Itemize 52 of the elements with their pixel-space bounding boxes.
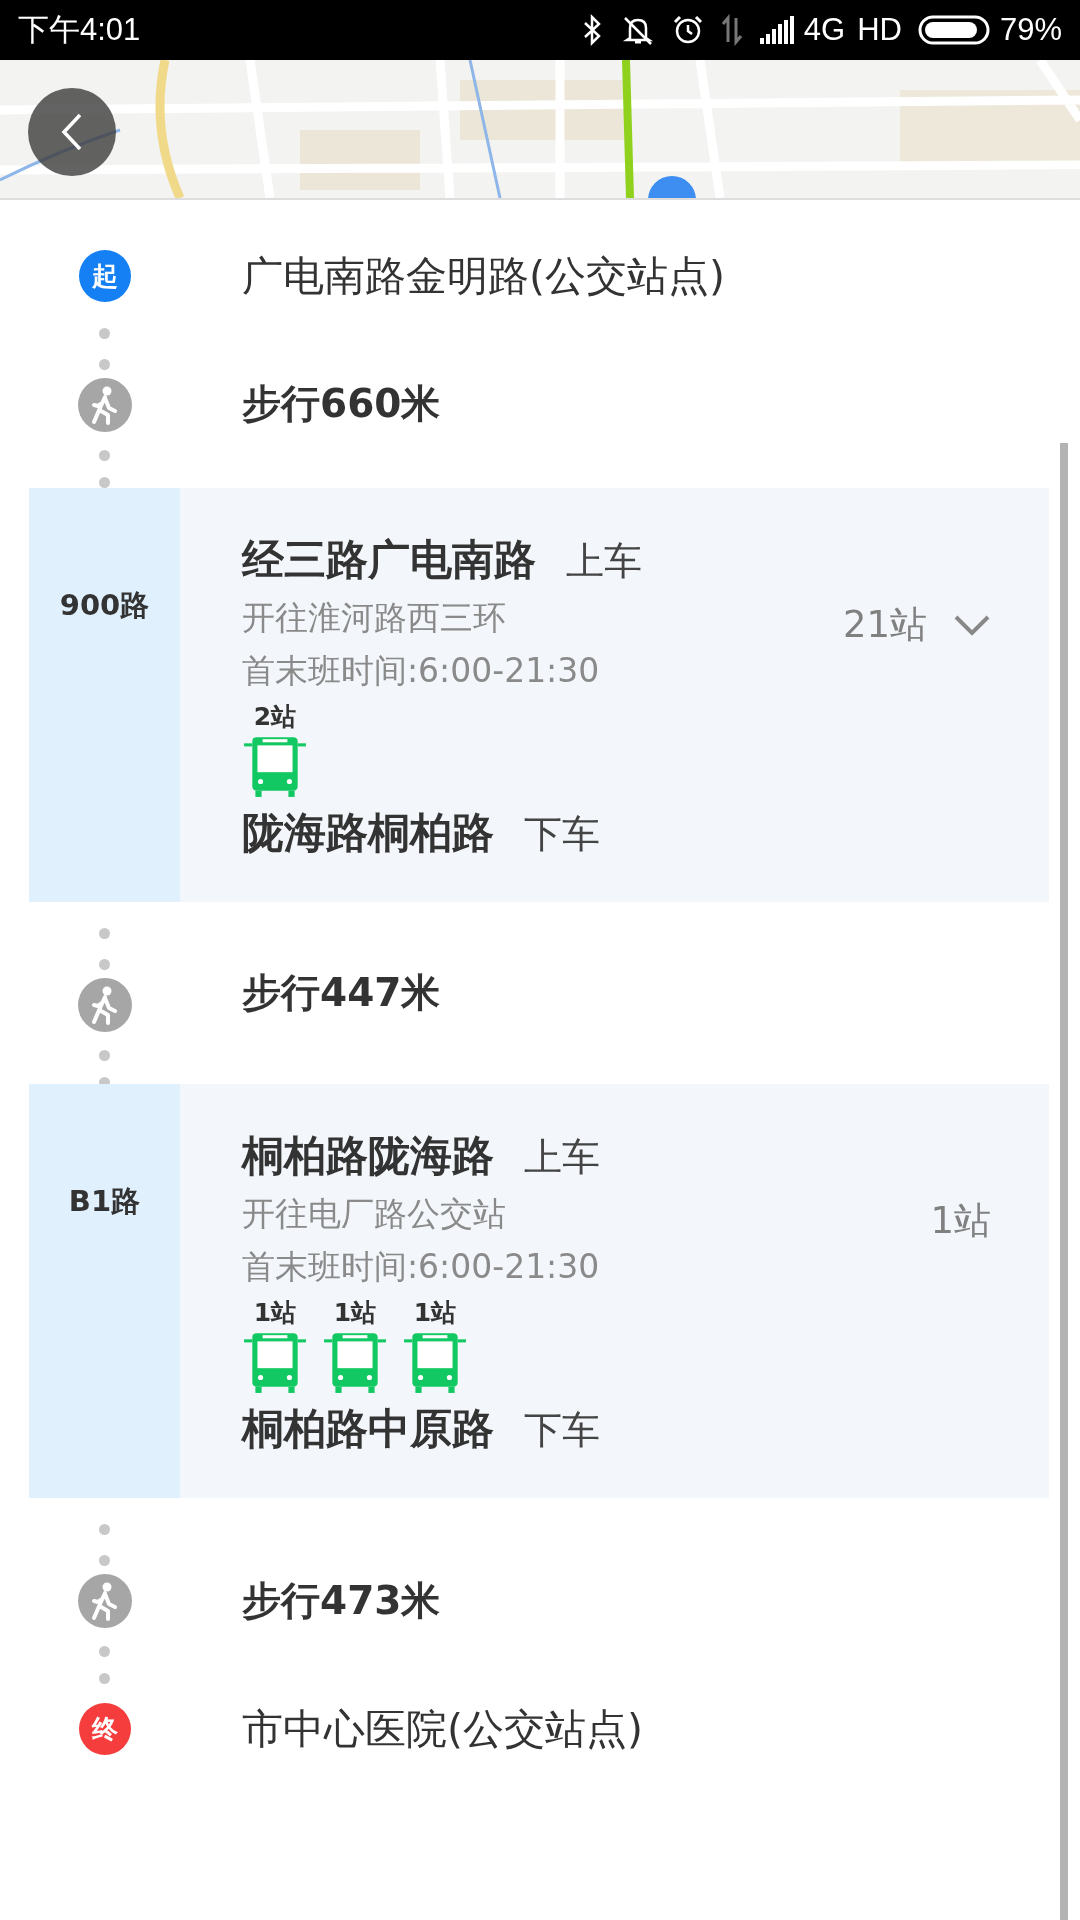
bus-stop-count: 1站 xyxy=(253,1297,297,1329)
stop-count: 21站 xyxy=(842,602,927,648)
end-badge: 终 xyxy=(78,1703,131,1755)
timeline-dot xyxy=(99,928,110,939)
end-stop-name: 市中心医院(公交站点) xyxy=(242,1704,643,1755)
direction-text: 开往电厂路公交站 xyxy=(242,1193,507,1235)
timeline-dot xyxy=(99,477,110,488)
timeline-dot xyxy=(99,359,110,370)
back-icon xyxy=(60,112,84,152)
bus-line-number: B1路 xyxy=(68,1183,141,1220)
alarm-icon xyxy=(671,14,704,46)
bus-stop-count: 1站 xyxy=(413,1297,457,1329)
timeline-dot xyxy=(99,1524,110,1535)
boarding-stop: 经三路广电南路 xyxy=(242,534,536,586)
scrollbar[interactable] xyxy=(1060,443,1068,1920)
bus-stop-count: 1站 xyxy=(333,1297,377,1329)
board-label: 上车 xyxy=(524,1134,600,1181)
network-type: 4G xyxy=(803,12,846,48)
battery-percent: 79% xyxy=(999,12,1062,48)
timeline-dot xyxy=(99,1555,110,1566)
board-label: 上车 xyxy=(566,538,642,585)
clock-time: 下午4:01 xyxy=(18,11,141,49)
alight-label: 下车 xyxy=(524,1407,600,1454)
walk-distance: 步行660米 xyxy=(242,380,441,428)
bus-line-number: 900路 xyxy=(59,587,150,624)
walk-distance: 步行473米 xyxy=(242,1576,441,1625)
walk-distance: 步行447米 xyxy=(242,969,441,1017)
service-hours: 首末班时间:6:00-21:30 xyxy=(242,1246,600,1288)
timeline-dot xyxy=(99,959,110,970)
walking-person-icon xyxy=(77,378,132,432)
start-stop-name: 广电南路金明路(公交站点) xyxy=(242,251,725,302)
chevron-down-icon[interactable] xyxy=(953,613,991,637)
timeline-dot xyxy=(99,328,110,339)
data-arrows-icon xyxy=(719,14,744,46)
service-hours: 首末班时间:6:00-21:30 xyxy=(242,650,601,692)
alight-label: 下车 xyxy=(524,811,600,858)
boarding-stop: 桐柏路陇海路 xyxy=(242,1130,494,1182)
bus-stop-count: 2站 xyxy=(253,701,297,733)
start-badge: 起 xyxy=(78,250,131,302)
direction-text: 开往淮河路西三环 xyxy=(242,597,507,639)
timeline-dot xyxy=(99,1646,110,1657)
timeline-dot xyxy=(99,1050,110,1061)
hd-indicator: HD xyxy=(857,12,902,48)
walking-person-icon xyxy=(77,978,132,1032)
timeline-dot xyxy=(99,450,110,461)
alighting-stop: 陇海路桐柏路 xyxy=(242,807,494,859)
stop-count: 1站 xyxy=(930,1198,991,1244)
signal-icon xyxy=(759,16,794,44)
battery-icon xyxy=(917,15,990,45)
walking-person-icon xyxy=(77,1574,132,1628)
alighting-stop: 桐柏路中原路 xyxy=(242,1403,494,1455)
timeline-dot xyxy=(99,1673,110,1684)
